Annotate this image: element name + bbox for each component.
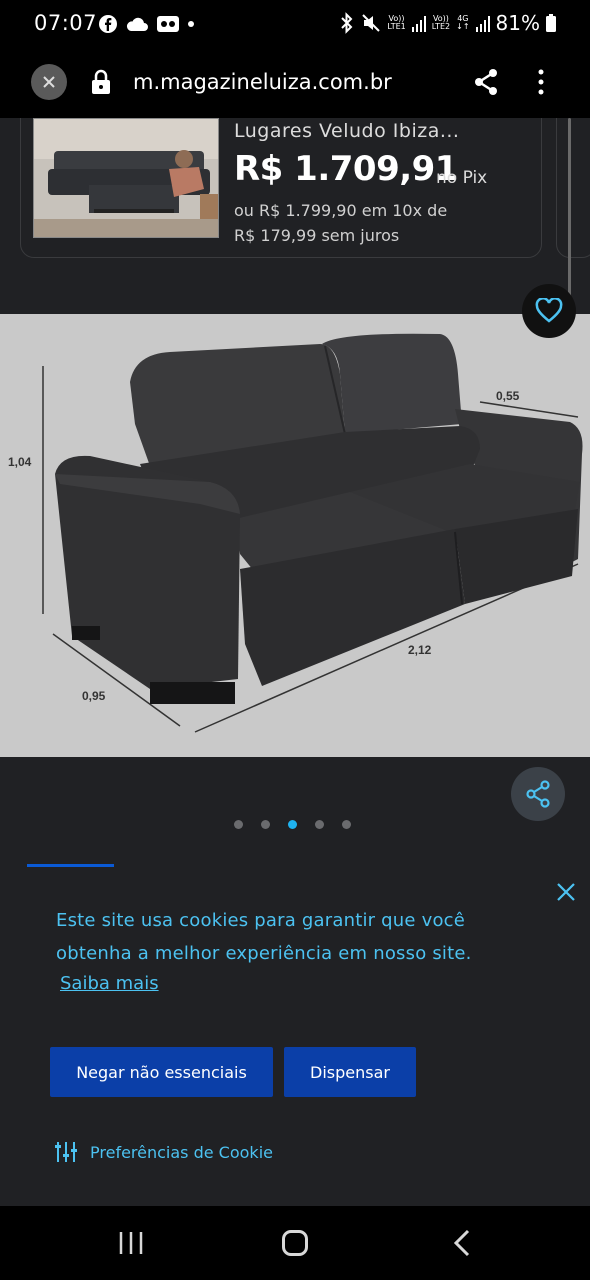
dimension-depth-bottom-label: 0,95	[82, 689, 106, 703]
close-icon	[43, 76, 55, 88]
recent-apps-icon[interactable]	[118, 1230, 144, 1256]
product-card[interactable]: Lugares Veludo Ibiza... R$ 1.709,91 no P…	[20, 118, 542, 258]
gallery-dot[interactable]	[315, 820, 324, 829]
product-title[interactable]: Lugares Veludo Ibiza...	[234, 120, 459, 142]
next-product-card[interactable]	[556, 118, 590, 258]
address-bar[interactable]: m.magazineluiza.com.br	[133, 70, 392, 94]
cookie-preferences-link[interactable]: Preferências de Cookie	[54, 1140, 273, 1164]
deny-nonessential-button[interactable]: Negar não essenciais	[50, 1047, 273, 1097]
product-image-gallery[interactable]: 1,04 0,55 2,12 0,95	[0, 314, 590, 757]
price-payment-method: no Pix	[436, 168, 488, 188]
facebook-icon	[99, 15, 117, 33]
system-navigation-bar	[0, 1206, 590, 1280]
favorite-button[interactable]	[522, 284, 576, 338]
dimension-height-label: 1,04	[8, 455, 32, 469]
banner-accent-line	[27, 864, 114, 867]
notification-icons	[98, 14, 195, 34]
gallery-dot[interactable]	[342, 820, 351, 829]
browser-toolbar: m.magazineluiza.com.br	[0, 50, 590, 118]
mute-icon	[362, 14, 381, 32]
product-price: R$ 1.709,91	[234, 149, 458, 189]
cookie-message: Este site usa cookies para garantir que …	[56, 910, 472, 964]
close-tab-button[interactable]	[31, 64, 67, 100]
close-icon[interactable]	[555, 881, 577, 903]
back-icon[interactable]	[452, 1228, 472, 1258]
more-notifications-dot-icon	[188, 21, 194, 27]
bluetooth-icon	[341, 12, 353, 34]
share-icon	[526, 780, 550, 808]
share-icon[interactable]	[473, 68, 499, 96]
sim1-indicator: Vo)) LTE1	[387, 14, 406, 31]
sim2-indicator: Vo)) LTE2	[431, 14, 451, 31]
voicemail-icon	[157, 16, 179, 32]
home-button[interactable]	[282, 1230, 308, 1256]
system-icons: Vo)) LTE1 Vo)) LTE2 4G ↓↑ 81%	[339, 11, 556, 35]
gallery-dot[interactable]	[288, 820, 297, 829]
installment-line-2: R$ 179,99 sem juros	[234, 226, 400, 245]
battery-icon	[546, 14, 556, 32]
dismiss-button[interactable]: Dispensar	[284, 1047, 416, 1097]
network-type-indicator: 4G ↓↑	[456, 14, 470, 31]
installment-line-1: ou R$ 1.799,90 em 10x de	[234, 201, 448, 220]
cookie-preferences-label: Preferências de Cookie	[90, 1142, 273, 1162]
installment-info: ou R$ 1.799,90 em 10x de R$ 179,99 sem j…	[234, 198, 534, 248]
status-bar: 07:07 Vo)) LTE1 Vo)) LTE2 4G ↓↑ 81%	[0, 0, 590, 50]
product-thumbnail[interactable]	[33, 118, 219, 238]
sliders-icon	[55, 1142, 77, 1162]
heart-icon	[535, 298, 563, 323]
signal2-icon	[475, 16, 490, 32]
cookie-banner: Este site usa cookies para garantir que …	[0, 840, 590, 1206]
web-page: Lugares Veludo Ibiza... R$ 1.709,91 no P…	[0, 118, 590, 1206]
cloud-icon	[126, 17, 148, 31]
dimension-depth-top-label: 0,55	[496, 389, 520, 403]
gallery-pagination	[234, 820, 351, 829]
lock-icon[interactable]	[90, 69, 112, 95]
learn-more-link[interactable]: Saiba mais	[60, 973, 159, 994]
signal1-icon	[411, 16, 426, 32]
gallery-dot[interactable]	[261, 820, 270, 829]
battery-level: 81%	[495, 11, 540, 35]
gallery-dot[interactable]	[234, 820, 243, 829]
dimension-width-label: 2,12	[408, 643, 432, 657]
share-product-button[interactable]	[511, 767, 565, 821]
status-time: 07:07	[34, 11, 98, 35]
data-arrows-icon: ↓↑	[456, 22, 470, 31]
sofa-photo-image	[34, 119, 218, 237]
sofa-dimensions-image: 1,04 0,55 2,12 0,95	[0, 314, 590, 757]
more-options-icon[interactable]	[535, 68, 547, 96]
